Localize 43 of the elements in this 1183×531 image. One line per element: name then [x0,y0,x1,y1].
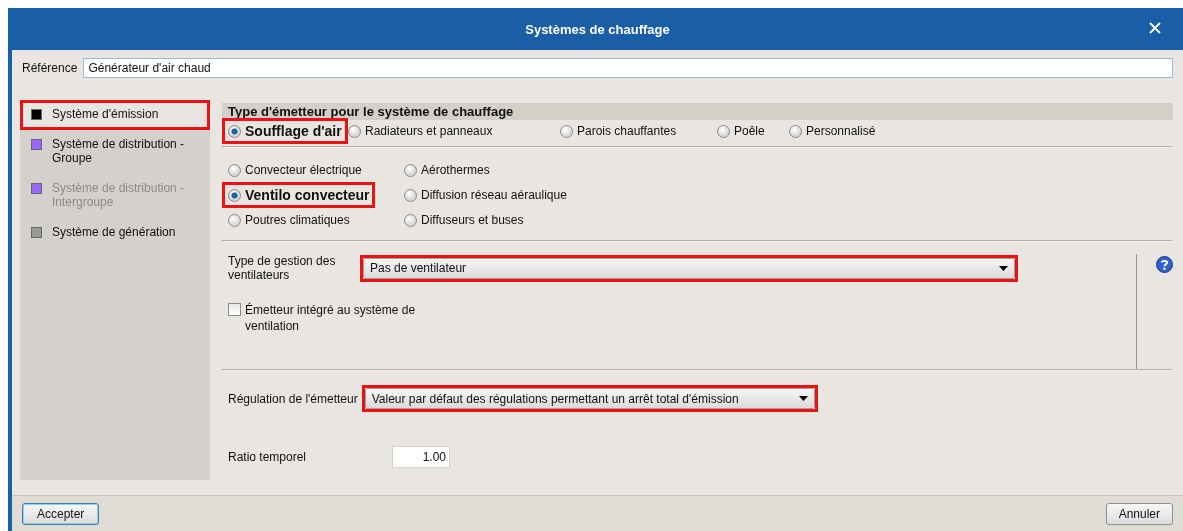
radio-button[interactable] [717,124,730,138]
radio-button[interactable] [560,124,573,138]
radio-label: Poutres climatiques [245,213,350,227]
dialog-button[interactable]: Accepter [22,502,100,525]
radio-button[interactable] [404,188,417,202]
radio-label: Aérothermes [421,163,490,177]
field-label: Régulation de l'émetteur [228,391,358,406]
dialog-button[interactable]: Annuler [1105,502,1173,525]
radio-button[interactable] [228,213,241,227]
ratio-field[interactable]: 1.00 [392,446,451,468]
radio-button[interactable] [228,124,241,138]
window-title: Systèmes de chauffage [525,21,670,37]
radio-label: Ventilo convecteur [245,187,370,203]
reference-field[interactable]: Générateur d'air chaud [83,58,1173,78]
dropdown[interactable]: Valeur par défaut des régulations permettant un arrêt total d'émission [364,388,815,409]
radio-label: Soufflage d'air [245,123,342,139]
caret-icon [798,396,808,401]
checkbox[interactable] [228,303,241,316]
radio-label: Diffuseurs et buses [421,213,524,227]
field-label: Ratio temporel [228,450,307,464]
field-label: Référence [22,61,78,75]
caret-icon [999,265,1008,271]
help-icon[interactable] [1156,256,1173,273]
close-icon[interactable] [1149,22,1161,34]
radio-button[interactable] [228,163,241,177]
radio-label: Poêle [734,124,765,138]
radio-label: Personnalisé [806,124,876,138]
sidebar-item[interactable]: Système d'émission [20,100,210,130]
radio-button[interactable] [404,163,417,177]
radio-button[interactable] [789,124,802,138]
radio-label: Radiateurs et panneaux [365,124,493,138]
dropdown[interactable]: Pas de ventilateur [363,257,1015,279]
checkbox-label: Émetteur intégré au système de ventilation [245,302,417,334]
radio-button[interactable] [228,188,241,202]
radio-label: Parois chauffantes [577,124,677,138]
section-heading: Type d'émetteur pour le système de chauffage [222,103,1173,120]
sidebar-item[interactable]: Système de distribution - Groupe [20,130,210,174]
radio-button[interactable] [348,124,361,138]
field-label: Type de gestion des ventilateurs [228,254,337,282]
radio-button[interactable] [404,213,417,227]
radio-label: Convecteur électrique [245,163,362,177]
radio-label: Diffusion réseau aéraulique [421,188,567,202]
sidebar-item[interactable]: Système de génération [20,218,210,248]
